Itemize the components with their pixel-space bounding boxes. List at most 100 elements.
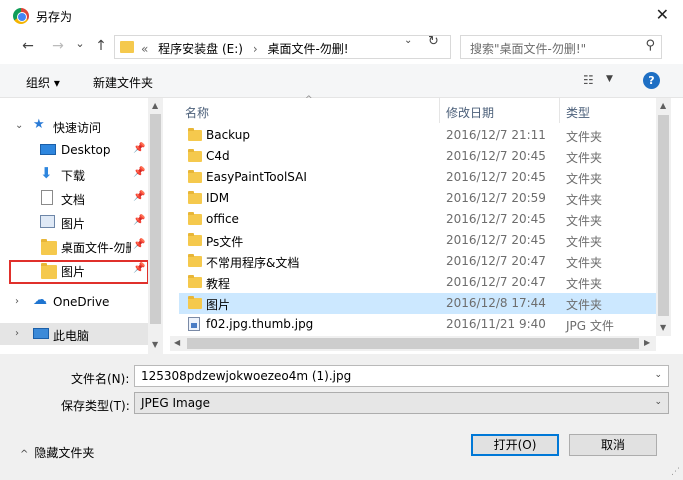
nav-scrollbar[interactable]: ▲ ▼ <box>148 98 163 354</box>
pictures-icon <box>40 215 55 228</box>
scroll-down-icon[interactable]: ▼ <box>152 340 158 349</box>
cancel-button[interactable]: 取消 <box>569 434 657 456</box>
breadcrumb-drive[interactable]: 程序安装盘 (E:) <box>158 42 243 56</box>
nav-item-desktop[interactable]: Desktop 📌 <box>0 139 148 161</box>
window-title: 另存为 <box>36 10 73 24</box>
file-row[interactable]: Ps文件 2016/12/7 20:45 文件夹 <box>179 230 656 251</box>
file-type-label: 保存类型(T): <box>61 399 130 413</box>
filename-value: 125308pdzewjokwoezeo4m (1).jpg <box>141 369 352 383</box>
organize-menu[interactable]: 组织 ▾ <box>26 74 60 91</box>
view-dropdown-icon[interactable]: ▼ <box>606 74 613 84</box>
nav-item-documents[interactable]: 文档 📌 <box>0 187 148 209</box>
folder-icon <box>120 41 134 53</box>
address-bar: ← → ⌄ ↑ « 程序安装盘 (E:) › 桌面文件-勿删! ⌄ ↻ 搜索"桌… <box>0 31 683 64</box>
file-type: 文件夹 <box>566 214 603 228</box>
file-row-selected[interactable]: 图片 2016/12/8 17:44 文件夹 <box>179 293 656 314</box>
column-type[interactable]: 类型 <box>566 104 590 121</box>
folder-icon <box>41 239 57 255</box>
folder-icon <box>188 275 202 288</box>
chevron-right-icon[interactable]: › <box>253 42 258 56</box>
column-divider[interactable] <box>559 98 560 123</box>
chevron-down-icon[interactable]: ⌄ <box>654 370 662 380</box>
file-type: JPG 文件 <box>566 319 614 333</box>
chevron-down-icon[interactable]: ⌄ <box>654 397 662 407</box>
file-row[interactable]: 不常用程序&文档 2016/12/7 20:47 文件夹 <box>179 251 656 272</box>
scroll-thumb[interactable] <box>150 114 161 324</box>
file-name: 不常用程序&文档 <box>206 256 300 270</box>
breadcrumb[interactable]: « 程序安装盘 (E:) › 桌面文件-勿删! <box>114 35 451 59</box>
filename-input[interactable]: 125308pdzewjokwoezeo4m (1).jpg ⌄ <box>134 365 669 387</box>
nav-item-label: Desktop <box>61 143 111 157</box>
refresh-icon[interactable]: ↻ <box>428 34 439 49</box>
address-dropdown-icon[interactable]: ⌄ <box>404 35 412 46</box>
file-name: office <box>206 212 239 226</box>
view-options-icon[interactable]: ☷ <box>583 73 597 87</box>
file-type: 文件夹 <box>566 235 603 249</box>
new-folder-button[interactable]: 新建文件夹 <box>93 74 153 91</box>
file-date: 2016/12/7 20:45 <box>446 149 546 163</box>
chrome-icon <box>13 8 29 24</box>
breadcrumb-folder[interactable]: 桌面文件-勿删! <box>267 42 348 56</box>
file-list-horizontal-scrollbar[interactable]: ◀ ▶ <box>170 336 656 351</box>
file-row[interactable]: f02.jpg.thumb.jpg 2016/11/21 9:40 JPG 文件 <box>179 314 656 335</box>
expand-chevron-icon[interactable]: ⌄ <box>15 120 23 131</box>
column-date[interactable]: 修改日期 <box>446 104 494 121</box>
file-type: 文件夹 <box>566 277 603 291</box>
recent-locations-chevron-icon[interactable]: ⌄ <box>70 37 90 50</box>
scroll-right-icon[interactable]: ▶ <box>644 338 650 347</box>
up-arrow-icon[interactable]: ↑ <box>91 38 111 54</box>
folder-icon <box>188 128 202 141</box>
nav-item-downloads[interactable]: ⬇ 下载 📌 <box>0 163 148 185</box>
scroll-thumb[interactable] <box>658 115 669 316</box>
file-type: 文件夹 <box>566 193 603 207</box>
sort-caret-icon: ^ <box>305 95 313 105</box>
back-arrow-icon[interactable]: ← <box>18 38 38 54</box>
scroll-thumb[interactable] <box>187 338 639 349</box>
resize-grip-icon[interactable]: ⋰ <box>671 467 680 477</box>
file-type: 文件夹 <box>566 172 603 186</box>
expand-chevron-icon[interactable]: › <box>15 328 19 339</box>
file-row[interactable]: EasyPaintToolSAI 2016/12/7 20:45 文件夹 <box>179 167 656 188</box>
file-name: IDM <box>206 191 230 205</box>
file-date: 2016/12/7 20:45 <box>446 170 546 184</box>
nav-item-this-pc[interactable]: › 此电脑 <box>0 323 148 345</box>
forward-arrow-icon[interactable]: → <box>48 38 68 54</box>
file-date: 2016/11/21 9:40 <box>446 317 546 331</box>
nav-item-desktop-files[interactable]: 桌面文件-勿删 📌 <box>0 235 148 257</box>
folder-icon <box>188 149 202 162</box>
document-icon <box>41 190 53 205</box>
search-input[interactable]: 搜索"桌面文件-勿删!" ⚲ <box>460 35 662 59</box>
expand-chevron-icon[interactable]: › <box>15 296 19 307</box>
hide-folders-toggle[interactable]: ^ 隐藏文件夹 <box>20 444 94 461</box>
folder-icon <box>188 233 202 246</box>
scroll-down-icon[interactable]: ▼ <box>660 323 666 332</box>
nav-item-label: 下载 <box>61 169 86 183</box>
filename-label: 文件名(N): <box>71 372 130 386</box>
open-button[interactable]: 打开(O) <box>471 434 559 456</box>
file-type: 文件夹 <box>566 151 603 165</box>
scroll-up-icon[interactable]: ▲ <box>152 101 158 110</box>
file-row[interactable]: 教程 2016/12/7 20:47 文件夹 <box>179 272 656 293</box>
scroll-left-icon[interactable]: ◀ <box>174 338 180 347</box>
overflow-chevron-icon[interactable]: « <box>141 42 148 56</box>
file-date: 2016/12/8 17:44 <box>446 296 546 310</box>
file-row[interactable]: Backup 2016/12/7 21:11 文件夹 <box>179 125 656 146</box>
column-name[interactable]: 名称 <box>185 104 209 121</box>
quick-access-node[interactable]: ⌄ ★ 快速访问 <box>0 115 148 137</box>
file-name: 图片 <box>206 298 231 312</box>
scroll-up-icon[interactable]: ▲ <box>660 101 666 110</box>
file-row[interactable]: C4d 2016/12/7 20:45 文件夹 <box>179 146 656 167</box>
file-type-select[interactable]: JPEG Image ⌄ <box>134 392 669 414</box>
file-list-vertical-scrollbar[interactable]: ▲ ▼ <box>656 98 671 336</box>
column-divider[interactable] <box>439 98 440 123</box>
nav-item-pictures[interactable]: 图片 📌 <box>0 211 148 233</box>
chevron-up-icon: ^ <box>20 449 29 460</box>
nav-item-onedrive[interactable]: › ☁ OneDrive <box>0 291 148 313</box>
help-icon[interactable]: ? <box>643 72 660 89</box>
star-icon: ★ <box>33 117 45 132</box>
column-header: ^ 名称 修改日期 类型 <box>170 95 656 123</box>
close-icon[interactable]: ✕ <box>656 5 669 24</box>
file-row[interactable]: office 2016/12/7 20:45 文件夹 <box>179 209 656 230</box>
file-row[interactable]: IDM 2016/12/7 20:59 文件夹 <box>179 188 656 209</box>
nav-item-label: OneDrive <box>53 295 110 309</box>
